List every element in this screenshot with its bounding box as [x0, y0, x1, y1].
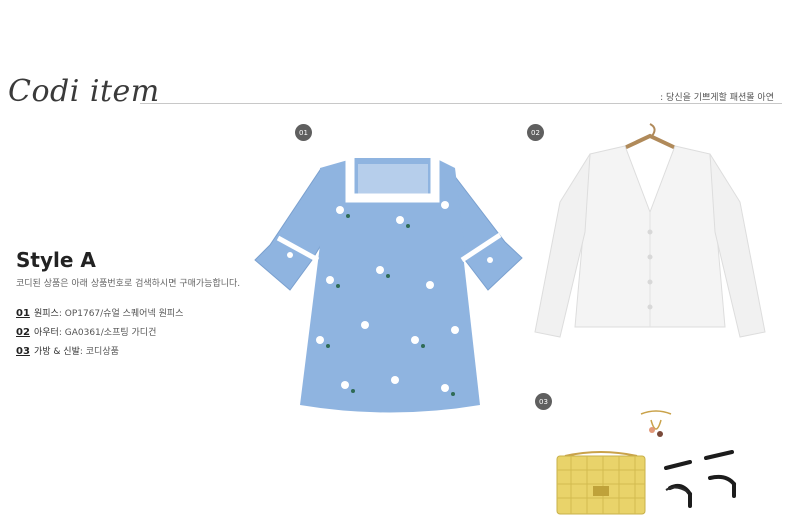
product-badge-03: 03: [535, 393, 552, 410]
sandals-image[interactable]: [660, 448, 750, 508]
item-number: 01: [16, 308, 30, 319]
item-label: 아우터: [34, 328, 59, 338]
cardigan-image[interactable]: [530, 122, 770, 347]
item-value: : 코디상품: [79, 347, 119, 357]
quilted-bag-image[interactable]: [553, 450, 649, 518]
item-value: : OP1767/슈얼 스퀘어넥 원피스: [58, 309, 184, 319]
style-title: Style A: [16, 248, 96, 272]
header-divider: [140, 103, 782, 104]
product-badge-01: 01: [295, 124, 312, 141]
item-label: 가방 & 신발: [34, 347, 80, 357]
item-row-02: 02 아우터 : GA0361/소프팅 가디건: [16, 325, 183, 344]
item-number: 02: [16, 327, 30, 338]
item-row-03: 03 가방 & 신발 : 코디상품: [16, 344, 183, 363]
bracelet-image[interactable]: [636, 408, 676, 444]
item-row-01: 01 원피스 : OP1767/슈얼 스퀘어넥 원피스: [16, 306, 183, 325]
style-description: 코디된 상품은 아래 상품번호로 검색하시면 구매가능합니다.: [16, 279, 241, 289]
header-tagline: : 당신을 기쁘게할 패션몰 아연: [660, 93, 774, 103]
dress-image[interactable]: [250, 150, 530, 420]
item-value: : GA0361/소프팅 가디건: [58, 328, 157, 338]
item-number: 03: [16, 346, 30, 357]
item-label: 원피스: [34, 309, 59, 319]
item-list: 01 원피스 : OP1767/슈얼 스퀘어넥 원피스 02 아우터 : GA0…: [16, 306, 183, 363]
codi-item-logo: Codi item: [8, 74, 160, 109]
